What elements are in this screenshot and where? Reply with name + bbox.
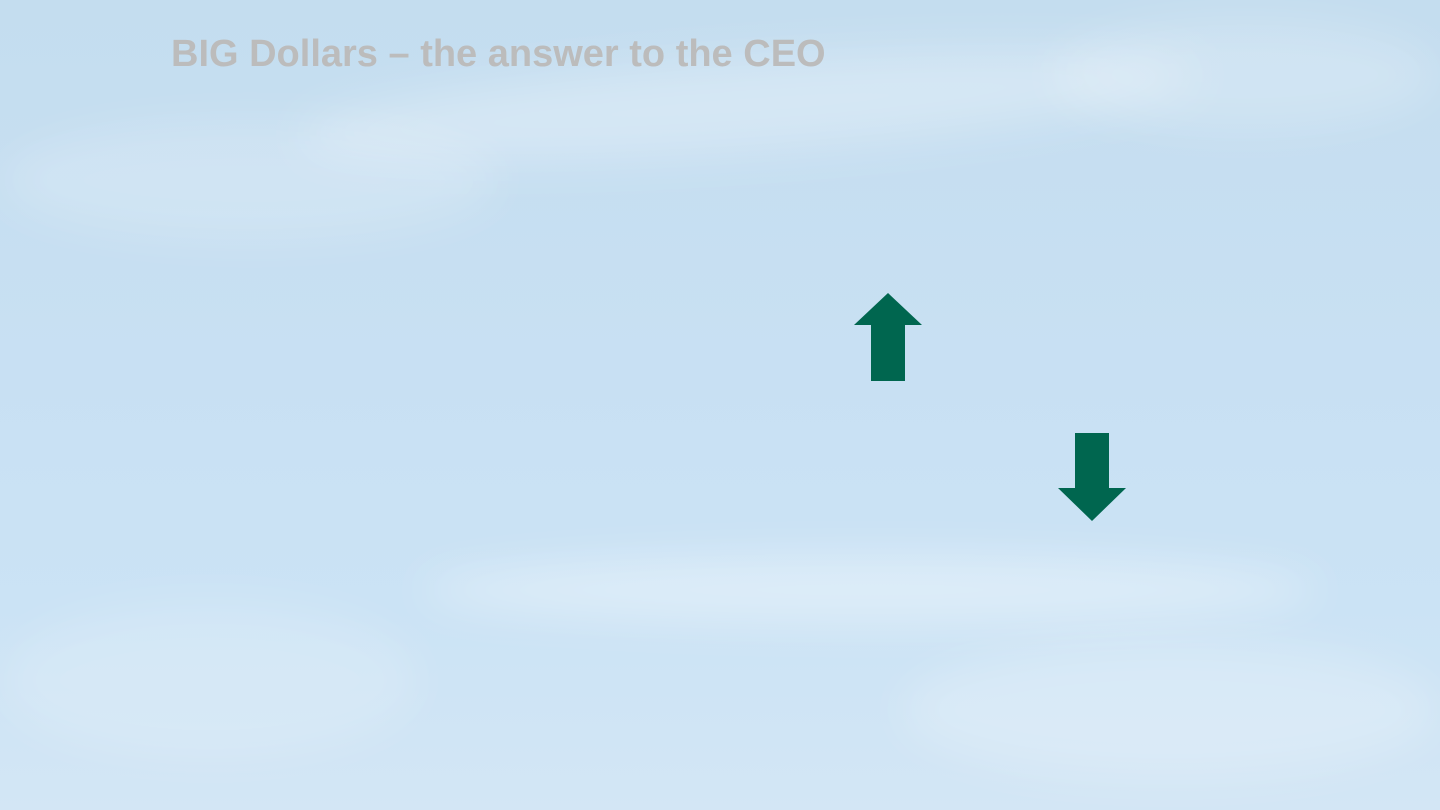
cloud-wisp [0,120,500,240]
cloud-wisp [900,640,1440,780]
cloud-wisp [1050,20,1440,130]
slide-title: BIG Dollars – the answer to the CEO [171,33,826,75]
cloud-wisp [0,600,420,760]
arrow-down-icon [1058,433,1126,521]
slide: BIG Dollars – the answer to the CEO [0,0,1440,810]
arrow-up-icon [854,293,922,381]
cloud-wisp [420,555,1320,625]
